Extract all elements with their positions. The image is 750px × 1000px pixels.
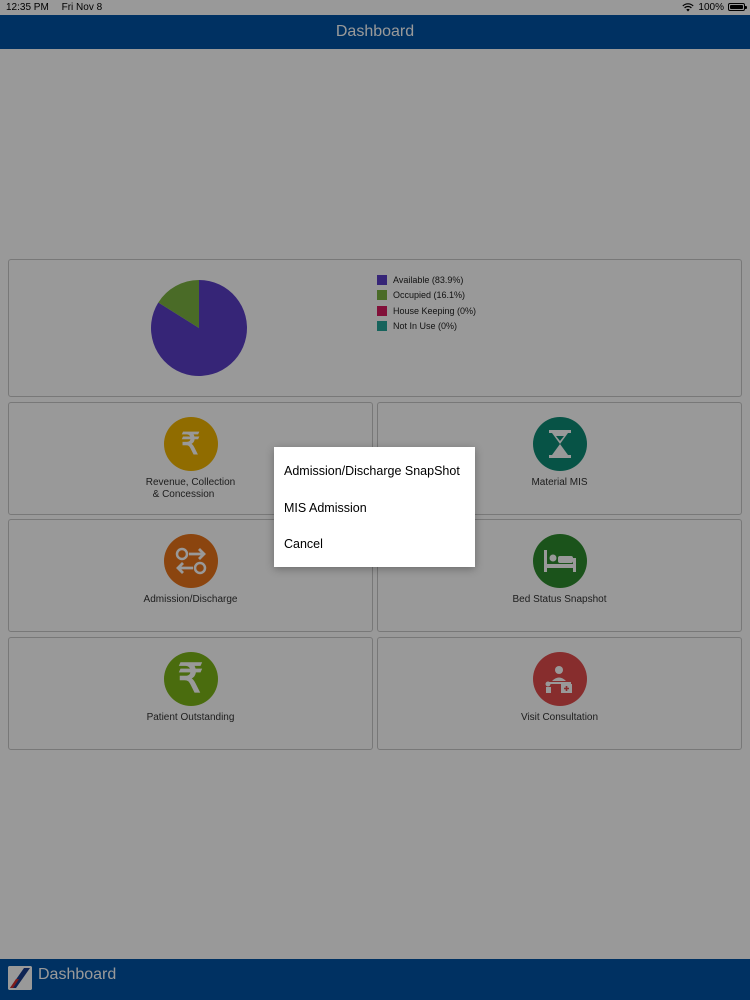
menu-item-mis-admission[interactable]: MIS Admission [284,501,367,515]
menu-item-admission-discharge-snapshot[interactable]: Admission/Discharge SnapShot [284,464,460,478]
menu-item-cancel[interactable]: Cancel [284,537,323,551]
action-sheet-dialog: Admission/Discharge SnapShot MIS Admissi… [274,447,475,567]
